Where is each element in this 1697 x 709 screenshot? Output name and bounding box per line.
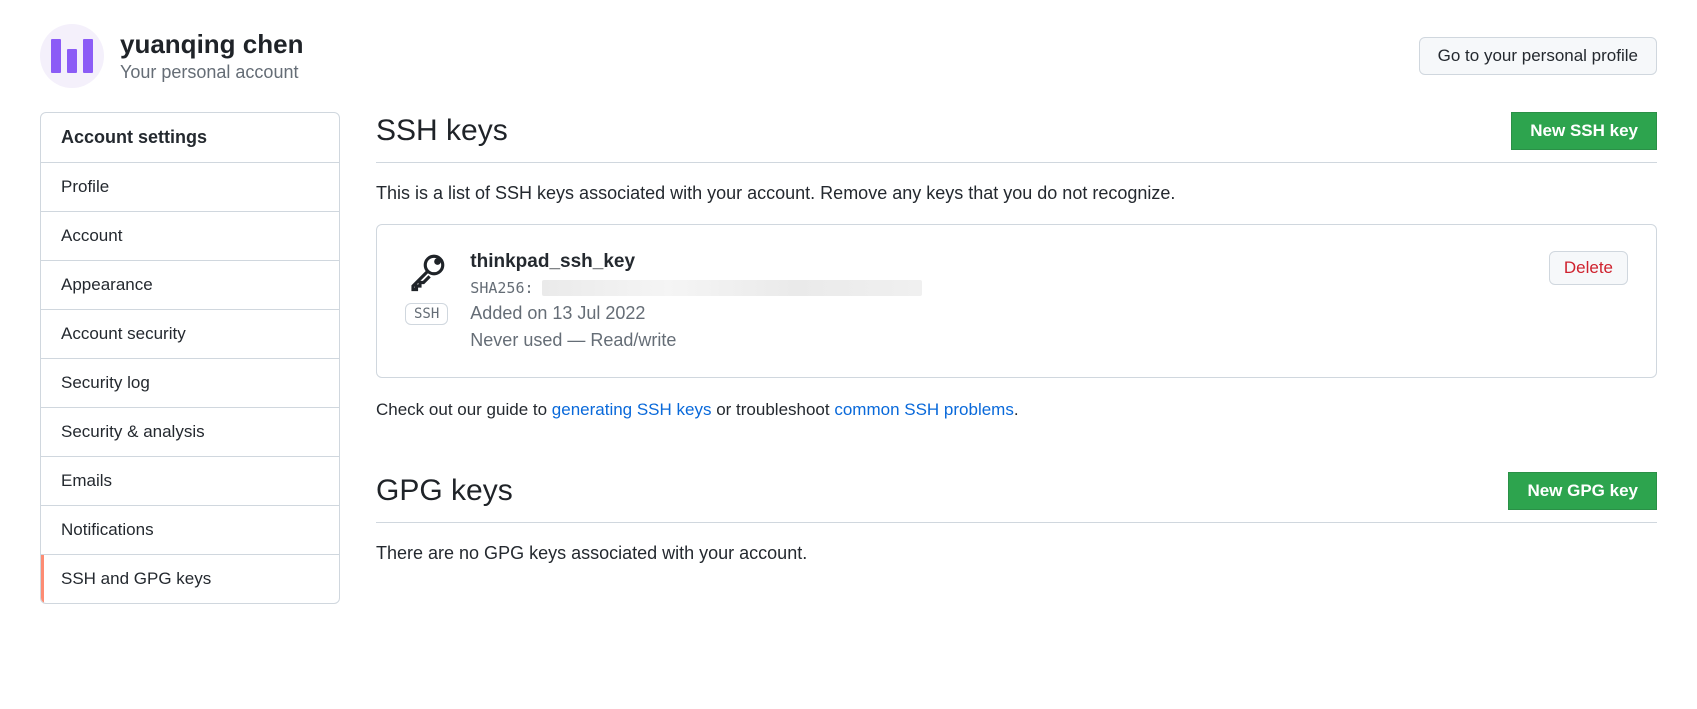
username: yuanqing chen xyxy=(120,29,303,60)
gpg-keys-title: GPG keys xyxy=(376,474,513,508)
account-subtitle: Your personal account xyxy=(120,62,303,83)
sidebar-item-account[interactable]: Account xyxy=(41,212,339,261)
ssh-key-usage: Never used — Read/write xyxy=(470,330,921,351)
avatar xyxy=(40,24,104,88)
ssh-section-header: SSH keys New SSH key xyxy=(376,112,1657,163)
page-header: yuanqing chen Your personal account Go t… xyxy=(40,24,1657,88)
delete-ssh-key-button[interactable]: Delete xyxy=(1549,251,1628,285)
sidebar-item-notifications[interactable]: Notifications xyxy=(41,506,339,555)
sidebar-heading: Account settings xyxy=(41,113,339,163)
ssh-description: This is a list of SSH keys associated wi… xyxy=(376,183,1657,204)
generating-ssh-keys-link[interactable]: generating SSH keys xyxy=(552,400,712,419)
header-left: yuanqing chen Your personal account xyxy=(40,24,303,88)
sidebar-item-emails[interactable]: Emails xyxy=(41,457,339,506)
ssh-key-row: SSH thinkpad_ssh_key SHA256: Added on 13… xyxy=(376,224,1657,378)
gpg-section-header: GPG keys New GPG key xyxy=(376,472,1657,523)
gpg-empty-text: There are no GPG keys associated with yo… xyxy=(376,543,1657,564)
ssh-key-name: thinkpad_ssh_key xyxy=(470,251,921,273)
sidebar-item-security-analysis[interactable]: Security & analysis xyxy=(41,408,339,457)
ssh-badge: SSH xyxy=(405,303,448,325)
sidebar-item-ssh-gpg-keys[interactable]: SSH and GPG keys xyxy=(41,555,339,603)
new-ssh-key-button[interactable]: New SSH key xyxy=(1511,112,1657,150)
sidebar-item-profile[interactable]: Profile xyxy=(41,163,339,212)
fingerprint-prefix: SHA256: xyxy=(470,279,533,297)
guide-suffix: . xyxy=(1014,400,1019,419)
sidebar: Account settings Profile Account Appeara… xyxy=(40,112,340,604)
guide-mid: or troubleshoot xyxy=(711,400,834,419)
ssh-key-added: Added on 13 Jul 2022 xyxy=(470,303,921,324)
guide-prefix: Check out our guide to xyxy=(376,400,552,419)
ssh-fingerprint: SHA256: xyxy=(470,279,921,297)
new-gpg-key-button[interactable]: New GPG key xyxy=(1508,472,1657,510)
main-content: SSH keys New SSH key This is a list of S… xyxy=(376,112,1657,604)
sidebar-item-appearance[interactable]: Appearance xyxy=(41,261,339,310)
ssh-keys-title: SSH keys xyxy=(376,114,508,148)
goto-profile-button[interactable]: Go to your personal profile xyxy=(1419,37,1657,75)
key-icon xyxy=(406,251,448,293)
ssh-guide-note: Check out our guide to generating SSH ke… xyxy=(376,400,1657,420)
sidebar-item-account-security[interactable]: Account security xyxy=(41,310,339,359)
fingerprint-redacted xyxy=(542,280,922,296)
common-ssh-problems-link[interactable]: common SSH problems xyxy=(834,400,1014,419)
sidebar-item-security-log[interactable]: Security log xyxy=(41,359,339,408)
